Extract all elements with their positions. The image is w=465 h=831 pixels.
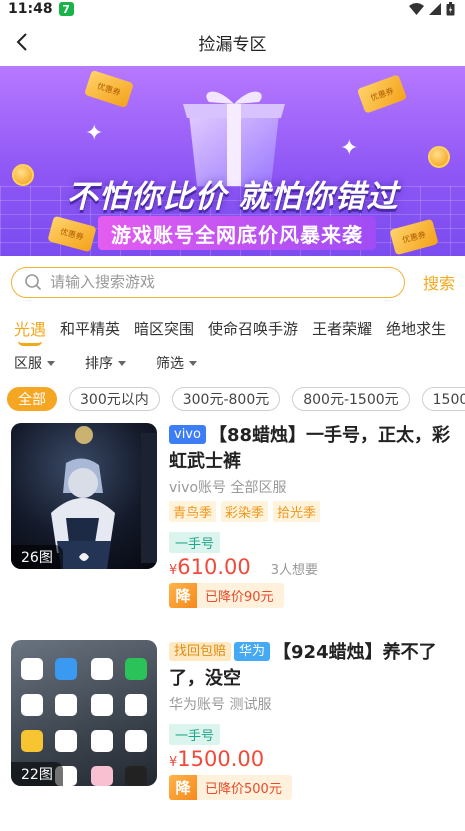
promo-banner[interactable]: 优惠券 优惠券 优惠券 优惠券 ✦ ✦ 不怕你比价 就怕你错过 游戏账号全网底价… xyxy=(0,66,465,256)
caret-down-icon xyxy=(189,360,197,366)
season-tag: 彩染季 xyxy=(221,501,269,522)
platform-tag: vivo xyxy=(169,425,206,444)
back-button[interactable] xyxy=(10,30,34,54)
chip-1500-plus[interactable]: 1500元 xyxy=(421,387,465,411)
page-title: 捡漏专区 xyxy=(198,34,267,55)
first-hand-badge: 一手号 xyxy=(169,532,221,553)
search-icon xyxy=(25,274,42,291)
filter-screen[interactable]: 筛选 xyxy=(156,353,197,373)
search-box[interactable] xyxy=(11,266,405,298)
price-drop-text: 已降价90元 xyxy=(205,590,274,605)
tab-label: 光遇 xyxy=(14,320,47,339)
listing-info: vivo 【88蜡烛】一手号，正太，彩虹武士裤 vivo账号 全部区服 青鸟季 彩… xyxy=(169,423,459,608)
banner-subline: 游戏账号全网底价风暴来袭 xyxy=(98,216,376,250)
currency-symbol: ¥ xyxy=(169,755,178,770)
list-item[interactable]: 26图 vivo 【88蜡烛】一手号，正太，彩虹武士裤 vivo账号 全部区服 青… xyxy=(11,423,461,608)
caret-down-icon xyxy=(118,360,126,366)
filter-label: 排序 xyxy=(85,356,113,372)
page: 11:48 7 捡漏专区 优惠券 优惠券 优惠券 优惠券 ✦ ✦ 不怕你比价 就… xyxy=(0,0,465,831)
tab-call-of-duty[interactable]: 使命召唤手游 xyxy=(208,318,298,339)
sparkle-icon: ✦ xyxy=(340,136,359,161)
wifi-icon xyxy=(409,3,424,15)
listing-thumbnail[interactable]: 22图 xyxy=(11,640,157,786)
coin-icon xyxy=(428,146,450,168)
price-drop-badge: 降 已降价500元 xyxy=(169,775,292,800)
filter-row: 区服 排序 筛选 xyxy=(0,348,465,378)
price-chips: 全部 300元以内 300元-800元 800元-1500元 1500元 xyxy=(0,378,465,420)
search-button[interactable]: 搜索 xyxy=(405,270,455,294)
platform-tag: 华为 xyxy=(234,642,271,661)
chevron-left-icon xyxy=(16,33,27,51)
nav-bar: 捡漏专区 xyxy=(0,18,465,66)
chip-800-1500[interactable]: 800元-1500元 xyxy=(292,387,410,411)
game-tabs: 光遇 和平精英 暗区突围 使命召唤手游 王者荣耀 绝地求生 xyxy=(0,308,465,348)
price: 1500.00 xyxy=(177,747,265,771)
image-count: 22图 xyxy=(11,762,63,786)
filter-label: 筛选 xyxy=(156,356,184,372)
price-drop-text: 已降价500元 xyxy=(205,782,282,797)
season-tags: 青鸟季 彩染季 拾光季 xyxy=(169,501,459,522)
listing-title: vivo 【88蜡烛】一手号，正太，彩虹武士裤 xyxy=(169,423,459,475)
tab-pubg[interactable]: 绝地求生 xyxy=(386,318,446,339)
signal-icon xyxy=(429,3,441,15)
title-text: 【88蜡烛】一手号，正太，彩虹武士裤 xyxy=(169,425,451,472)
coupon-ticket-icon: 优惠券 xyxy=(356,74,408,114)
status-bar: 11:48 7 xyxy=(0,0,465,18)
search-row: 搜索 xyxy=(0,256,465,308)
filter-label: 区服 xyxy=(14,356,42,372)
chip-under-300[interactable]: 300元以内 xyxy=(69,387,160,411)
season-tag: 青鸟季 xyxy=(169,501,217,522)
coupon-ticket-icon: 优惠券 xyxy=(84,69,134,109)
filter-server[interactable]: 区服 xyxy=(14,353,55,373)
currency-symbol: ¥ xyxy=(169,563,178,578)
price: 610.00 xyxy=(177,555,251,579)
price-line: ¥ 1500.00 xyxy=(169,747,459,771)
listing-info: 找回包赔 华为 【924蜡烛】养不了了，没空 华为账号 测试服 一手号 ¥ 1500… xyxy=(169,640,459,800)
price-line: ¥ 610.00 3人想要 xyxy=(169,555,459,579)
image-count: 26图 xyxy=(11,545,63,569)
status-right xyxy=(409,2,455,16)
tab-arena-breakout[interactable]: 暗区突围 xyxy=(134,318,194,339)
list-item[interactable]: 22图 找回包赔 华为 【924蜡烛】养不了了，没空 华为账号 测试服 一手号 ¥ … xyxy=(11,640,461,800)
listing-meta: vivo账号 全部区服 xyxy=(169,480,287,496)
status-time: 11:48 xyxy=(8,1,53,17)
want-count: 3人想要 xyxy=(270,563,319,578)
guarantee-tag: 找回包赔 xyxy=(169,642,232,661)
listing-title: 找回包赔 华为 【924蜡烛】养不了了，没空 xyxy=(169,640,459,692)
price-drop-icon: 降 xyxy=(169,775,197,800)
status-left: 11:48 7 xyxy=(8,1,74,17)
banner-headline: 不怕你比价 就怕你错过 xyxy=(66,179,399,215)
app-notification-icon: 7 xyxy=(58,2,74,16)
tab-peace-elite[interactable]: 和平精英 xyxy=(60,318,120,339)
tab-sky[interactable]: 光遇 xyxy=(14,316,47,346)
chip-300-800[interactable]: 300元-800元 xyxy=(171,387,281,411)
tab-active-indicator xyxy=(18,341,43,346)
sparkle-icon: ✦ xyxy=(85,121,104,146)
season-tag: 拾光季 xyxy=(273,501,321,522)
battery-icon xyxy=(446,2,455,16)
search-input[interactable] xyxy=(50,273,350,291)
listing-thumbnail[interactable]: 26图 xyxy=(11,423,157,569)
first-hand-badge: 一手号 xyxy=(169,724,221,745)
filter-sort[interactable]: 排序 xyxy=(85,353,126,373)
tab-honor-of-kings[interactable]: 王者荣耀 xyxy=(312,318,372,339)
caret-down-icon xyxy=(47,360,55,366)
chip-all[interactable]: 全部 xyxy=(7,387,57,411)
price-drop-icon: 降 xyxy=(169,583,197,608)
listing-meta: 华为账号 测试服 xyxy=(169,697,272,713)
price-drop-badge: 降 已降价90元 xyxy=(169,583,284,608)
